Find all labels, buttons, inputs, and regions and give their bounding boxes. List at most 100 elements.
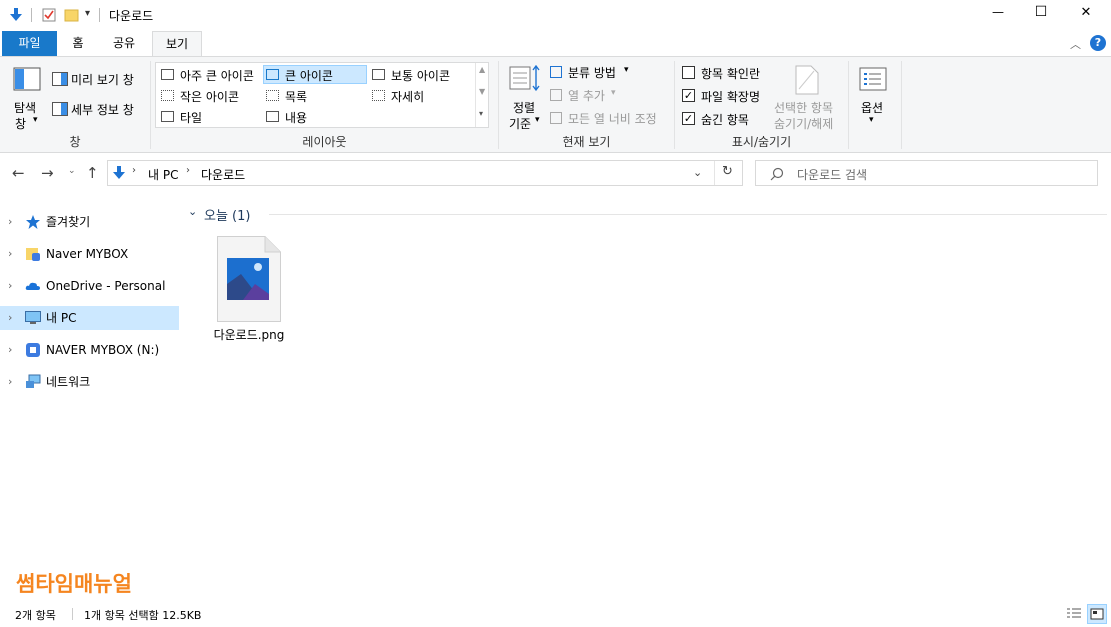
add-columns-icon [550,89,562,101]
chevron-right-icon[interactable]: › [8,210,12,234]
tab-home[interactable]: 홈 [58,31,98,56]
sort-by-label-1: 정렬 [513,101,536,115]
item-checkboxes-toggle[interactable]: 항목 확인란 [680,64,775,82]
layout-gallery: 아주 큰 아이콘 큰 아이콘 보통 아이콘 작은 아이콘 목록 자세히 타일 내… [155,62,489,128]
breadcrumb-this-pc[interactable]: 내 PC [148,166,178,183]
breadcrumb-downloads[interactable]: 다운로드 [201,166,245,183]
details-pane-button[interactable]: 세부 정보 창 [50,100,146,118]
file-item[interactable]: 다운로드.png [209,232,289,348]
chevron-right-icon[interactable]: › [8,306,12,330]
item-checkboxes-checkbox[interactable] [682,66,695,79]
back-arrow-icon[interactable]: ← [12,164,25,182]
layout-item-label: 내용 [285,111,308,125]
expand-gallery-icon[interactable]: ▾ [479,109,483,118]
hide-selected-items-button[interactable]: 선택한 항목 숨기기/해제 [772,61,842,131]
breadcrumb-separator-icon[interactable]: › [186,165,190,176]
nav-item-label: NAVER MYBOX (N:) [46,343,160,357]
address-toolbar: ← → ⌄ ↑ › 내 PC › 다운로드 ⌄ ↻ 다운로드 검색 [0,153,1111,193]
nav-item-onedrive[interactable]: › OneDrive - Personal [0,274,179,298]
options-button[interactable]: 옵션 ▾ [852,61,896,131]
group-header-line [269,214,1107,215]
layout-list[interactable]: 목록 [263,86,367,105]
qat-customize-icon[interactable]: ▾ [85,8,90,19]
network-icon [26,374,41,388]
maximize-button[interactable]: ☐ [1031,4,1051,20]
group-separator [901,61,902,149]
file-extensions-toggle[interactable]: ✓ 파일 확장명 [680,87,775,105]
search-placeholder: 다운로드 검색 [797,168,868,182]
layout-medium-icons[interactable]: 보통 아이콘 [369,65,473,84]
details-view-icon[interactable] [1065,606,1083,622]
hide-selected-label-1: 선택한 항목 [774,101,834,115]
recent-locations-icon[interactable]: ⌄ [68,166,76,176]
properties-icon[interactable] [41,7,57,23]
layout-extra-large-icons[interactable]: 아주 큰 아이콘 [158,65,262,84]
layout-details[interactable]: 자세히 [369,86,473,105]
tab-view[interactable]: 보기 [152,31,202,57]
file-extensions-checkbox[interactable]: ✓ [682,89,695,102]
status-selection: 1개 항목 선택함 12.5KB [84,609,202,622]
search-box[interactable]: 다운로드 검색 [755,160,1098,186]
scroll-down-icon[interactable]: ▼ [479,87,485,96]
size-columns-icon [550,112,562,124]
file-list: ⌄ 오늘 (1) 다운로드.png [181,196,1111,600]
sort-by-button[interactable]: 정렬 기준 ▾ [503,61,545,131]
nav-item-naver-mybox[interactable]: › Naver MYBOX [0,242,179,266]
chevron-right-icon[interactable]: › [8,242,12,266]
address-bar[interactable]: › 내 PC › 다운로드 ⌄ ↻ [107,160,743,186]
layout-item-label: 작은 아이콘 [180,90,240,104]
layout-item-label: 보통 아이콘 [391,69,451,83]
chevron-down-icon: ▾ [611,88,616,98]
item-checkboxes-label: 항목 확인란 [701,67,761,81]
forward-arrow-icon[interactable]: → [41,164,54,182]
layout-content[interactable]: 내용 [263,107,367,126]
group-by-button[interactable]: 분류 방법 ▾ [548,63,638,81]
navigation-pane: › 즐겨찾기 › Naver MYBOX › OneDrive - Person… [0,196,181,600]
show-hide-group-label: 표시/숨기기 [731,135,792,149]
options-label: 옵션 [861,101,884,115]
breadcrumb-separator-icon[interactable]: › [132,165,136,176]
status-item-count: 2개 항목 [15,609,56,622]
status-bar: 2개 항목 1개 항목 선택함 12.5KB [0,600,1111,627]
chevron-down-icon[interactable]: ⌄ [188,205,197,218]
chevron-right-icon[interactable]: › [8,370,12,394]
address-divider [714,161,715,185]
chevron-right-icon[interactable]: › [8,338,12,362]
mybox-folder-icon [26,248,40,261]
nav-item-quick-access[interactable]: › 즐겨찾기 [0,210,179,234]
new-folder-icon[interactable] [64,7,80,23]
preview-pane-button[interactable]: 미리 보기 창 [50,70,146,88]
address-history-chevron-icon[interactable]: ⌄ [693,166,702,179]
help-icon[interactable]: ? [1090,35,1106,51]
hide-selected-label-2: 숨기기/해제 [774,117,834,131]
refresh-icon[interactable]: ↻ [722,164,733,179]
search-icon [770,167,784,181]
medium-icons-icon [372,69,385,80]
chevron-right-icon[interactable]: › [8,274,12,298]
details-view-icon [372,90,385,101]
hidden-items-toggle[interactable]: ✓ 숨긴 항목 [680,110,775,128]
tab-share[interactable]: 공유 [100,31,148,56]
size-all-columns-button[interactable]: 모든 열 너비 조정 [548,109,668,127]
tab-file[interactable]: 파일 [2,31,57,56]
nav-item-label: 내 PC [46,311,77,325]
add-columns-button[interactable]: 열 추가 ▾ [548,86,628,104]
onedrive-icon [25,282,40,290]
close-button[interactable]: ✕ [1076,5,1096,20]
nav-item-network[interactable]: › 네트워크 [0,370,179,394]
collapse-ribbon-icon[interactable]: ︿ [1070,36,1081,52]
scroll-up-icon[interactable]: ▲ [479,65,485,74]
hidden-items-checkbox[interactable]: ✓ [682,112,695,125]
minimize-button[interactable]: — [988,5,1008,19]
navigation-pane-button[interactable]: 탐색 창 ▾ [6,61,46,131]
layout-item-label: 큰 아이콘 [285,69,333,83]
layout-gallery-scroller[interactable]: ▲ ▼ ▾ [475,63,488,127]
nav-item-this-pc[interactable]: › 내 PC [0,306,179,330]
layout-small-icons[interactable]: 작은 아이콘 [158,86,262,105]
layout-tiles[interactable]: 타일 [158,107,262,126]
up-arrow-icon[interactable]: ↑ [86,164,99,182]
large-icons-view-icon[interactable] [1087,604,1107,624]
nav-item-mybox-drive[interactable]: › NAVER MYBOX (N:) [0,338,179,362]
layout-large-icons[interactable]: 큰 아이콘 [263,65,367,84]
group-header-today[interactable]: ⌄ 오늘 (1) [187,205,1107,224]
